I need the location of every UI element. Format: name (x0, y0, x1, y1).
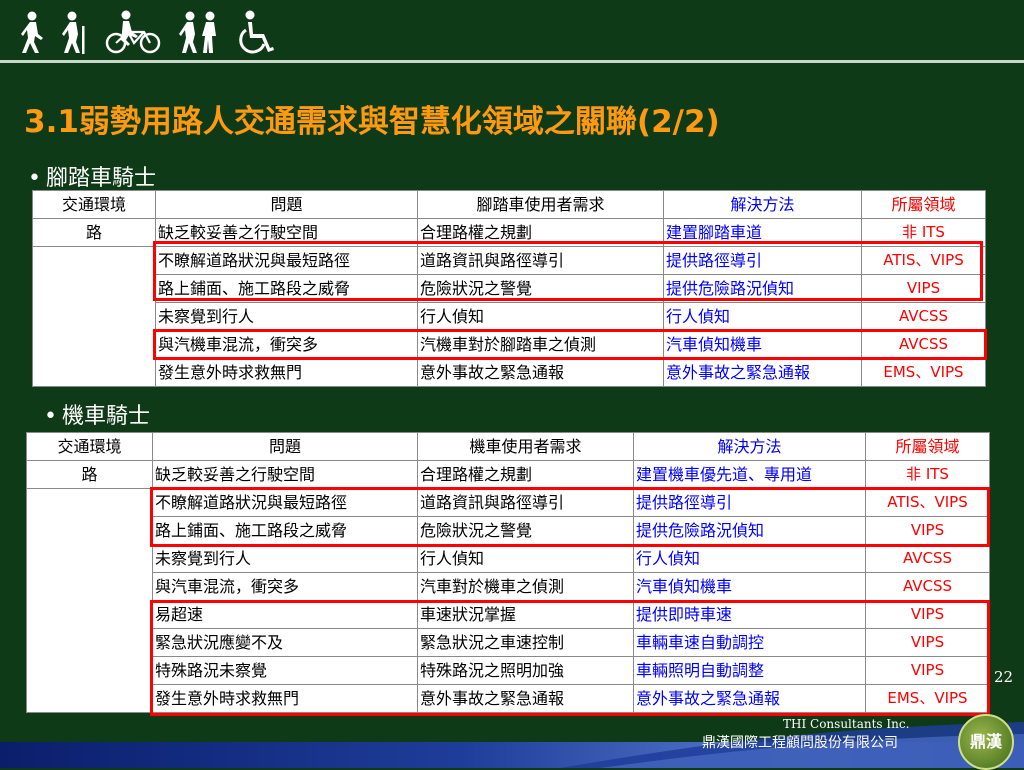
header-icons (18, 8, 278, 56)
bullet-icon: • (44, 404, 57, 429)
wheelchair-icon (239, 10, 274, 54)
domain-cell: AVCSS (861, 302, 986, 331)
company-logo: 鼎漢 (958, 714, 1014, 770)
solution-cell: 意外事故之緊急通報 (663, 358, 862, 387)
problem-cell: 發生意外時求救無門 (155, 358, 418, 387)
highlight-box (150, 487, 990, 547)
hiker-icon (62, 11, 85, 54)
domain-cell: AVCSS (865, 544, 990, 573)
env-cell: 路 (32, 218, 156, 247)
problem-cell: 與汽車混流，衝突多 (152, 572, 418, 601)
header-cell: 交通環境 (26, 432, 153, 461)
env-cell: 路 (26, 460, 153, 489)
problem-cell: 缺乏較妥善之行駛空間 (152, 460, 418, 489)
highlight-box (153, 329, 987, 360)
header-cell: 機車使用者需求 (417, 432, 634, 461)
table-row: 未察覺到行人 行人偵知 行人偵知 AVCSS (33, 302, 986, 331)
section-label: 機車騎士 (62, 404, 151, 429)
header-cell: 腳踏車使用者需求 (417, 190, 664, 219)
need-cell: 合理路權之規劃 (417, 460, 634, 489)
header-cell: 問題 (155, 190, 418, 219)
company-name-zh: 鼎漢國際工程顧問股份有限公司 (702, 735, 898, 751)
header-cell: 交通環境 (32, 190, 156, 219)
table-header-row: 交通環境 問題 腳踏車使用者需求 解決方法 所屬領域 (32, 190, 986, 219)
domain-cell: 非 ITS (865, 460, 990, 489)
section-label: 腳踏車騎士 (46, 166, 157, 191)
header-cell: 問題 (152, 432, 418, 461)
table-row: 未察覺到行人 行人偵知 行人偵知 AVCSS (27, 544, 990, 573)
table-row: 發生意外時求救無門 意外事故之緊急通報 意外事故之緊急通報 EMS、VIPS (33, 358, 986, 387)
table-row: 與汽車混流，衝突多 汽車對於機車之偵測 汽車偵知機車 AVCSS (27, 572, 990, 601)
walking-person-icon (21, 11, 43, 53)
solution-cell: 汽車偵知機車 (633, 572, 866, 601)
env-cell-empty (32, 246, 156, 387)
highlight-box (150, 600, 990, 716)
problem-cell: 未察覺到行人 (152, 544, 418, 573)
highlight-box (153, 241, 983, 301)
section-heading-motorcycle: • 機車騎士 (44, 398, 150, 430)
problem-cell: 未察覺到行人 (155, 302, 418, 331)
company-name-en: THI Consultants Inc. (783, 717, 910, 731)
domain-cell: EMS、VIPS (861, 358, 986, 387)
header-divider (0, 60, 1024, 63)
need-cell: 行人偵知 (417, 544, 634, 573)
page-number: 22 (994, 668, 1014, 686)
header-cell: 所屬領域 (861, 190, 986, 219)
header-cell: 解決方法 (633, 432, 866, 461)
table-header-row: 交通環境 問題 機車使用者需求 解決方法 所屬領域 (26, 432, 990, 461)
cyclist-icon (105, 10, 161, 54)
solution-cell: 建置機車優先道、專用道 (633, 460, 866, 489)
bullet-icon: • (28, 166, 41, 191)
walking-pair-icon (179, 11, 216, 53)
section-heading-bicycle: • 腳踏車騎士 (28, 160, 156, 192)
solution-cell: 行人偵知 (633, 544, 866, 573)
table-row: 路 缺乏較妥善之行駛空間 合理路權之規劃 建置機車優先道、專用道 非 ITS (26, 460, 990, 489)
header-cell: 解決方法 (663, 190, 862, 219)
env-cell-empty (26, 488, 153, 713)
need-cell: 意外事故之緊急通報 (417, 358, 664, 387)
page-title: 3.1弱勢用路人交通需求與智慧化領域之關聯(2/2) (24, 104, 720, 140)
solution-cell: 行人偵知 (663, 302, 862, 331)
logo-text: 鼎漢 (969, 732, 1002, 751)
domain-cell: AVCSS (865, 572, 990, 601)
need-cell: 行人偵知 (417, 302, 664, 331)
need-cell: 汽車對於機車之偵測 (417, 572, 634, 601)
header-cell: 所屬領域 (865, 432, 990, 461)
